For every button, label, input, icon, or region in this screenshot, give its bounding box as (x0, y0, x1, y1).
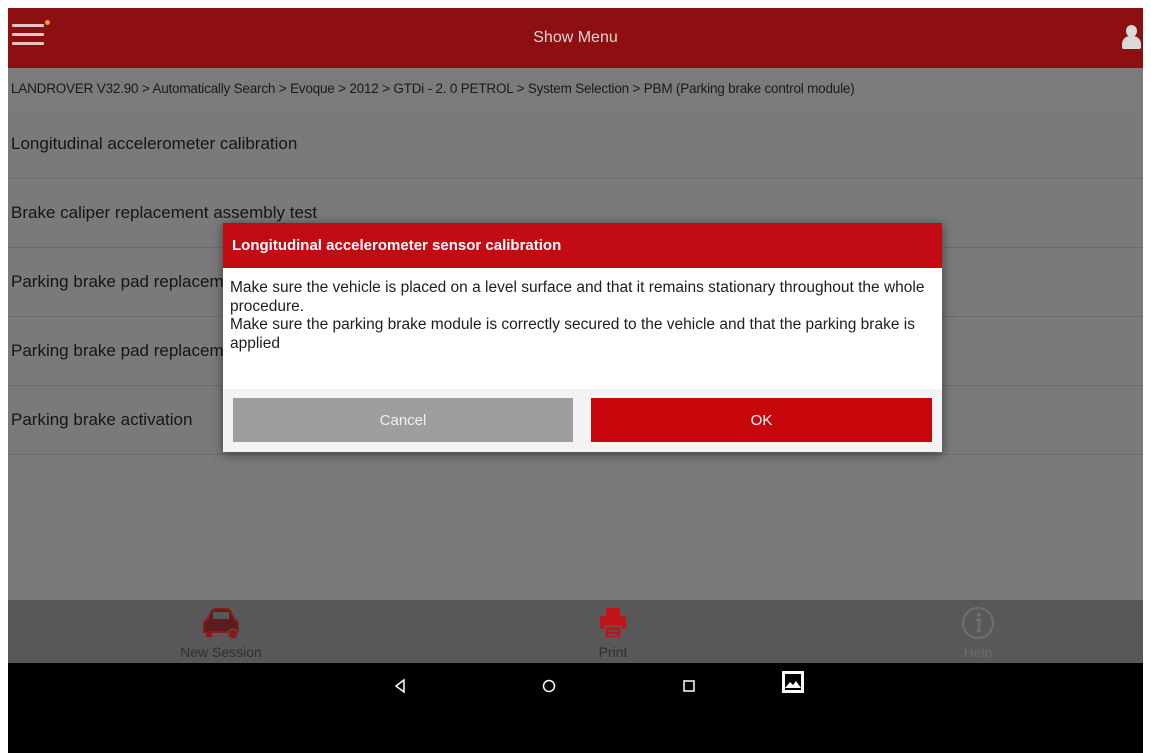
bottom-toolbar: New Session Print Help (8, 600, 1143, 663)
help-label: Help (963, 644, 993, 660)
list-item[interactable]: Longitudinal accelerometer calibration (8, 110, 1143, 179)
list-item-label: Parking brake pad replacement (11, 272, 248, 291)
dialog-message: Make sure the vehicle is placed on a lev… (230, 279, 930, 353)
cancel-button[interactable]: Cancel (233, 398, 573, 442)
printer-icon (600, 608, 626, 639)
list-item-label: Parking brake activation (11, 410, 193, 429)
calibration-dialog: Longitudinal accelerometer sensor calibr… (223, 223, 942, 452)
info-icon (962, 607, 994, 639)
screenshot-icon[interactable] (780, 669, 806, 697)
help-button[interactable]: Help (878, 600, 1078, 663)
list-item-label: Longitudinal accelerometer calibration (11, 134, 298, 153)
print-label: Print (598, 644, 628, 660)
recents-icon[interactable] (681, 677, 697, 695)
list-item-label: Parking brake pad replacement (11, 341, 248, 360)
back-icon[interactable] (392, 677, 408, 695)
dialog-button-bar: Cancel OK (223, 389, 942, 452)
top-bar: Show Menu (8, 8, 1143, 68)
page-title: Show Menu (533, 29, 618, 46)
dialog-message-line: Make sure the vehicle is placed on a lev… (230, 279, 925, 315)
dialog-title: Longitudinal accelerometer sensor calibr… (223, 223, 942, 268)
home-icon[interactable] (540, 677, 558, 695)
car-icon (203, 608, 239, 640)
new-session-button[interactable]: New Session (121, 600, 321, 663)
dialog-message-line: Make sure the parking brake module is co… (230, 316, 915, 352)
breadcrumb: LANDROVER V32.90 > Automatically Search … (8, 68, 1143, 110)
user-icon[interactable] (1121, 25, 1141, 49)
ok-button[interactable]: OK (591, 398, 932, 442)
app-screen: Show Menu LANDROVER V32.90 > Automatical… (8, 8, 1143, 753)
new-session-label: New Session (180, 644, 262, 660)
divider (8, 454, 1143, 455)
print-button[interactable]: Print (513, 600, 713, 663)
android-nav-bar (8, 663, 1143, 753)
